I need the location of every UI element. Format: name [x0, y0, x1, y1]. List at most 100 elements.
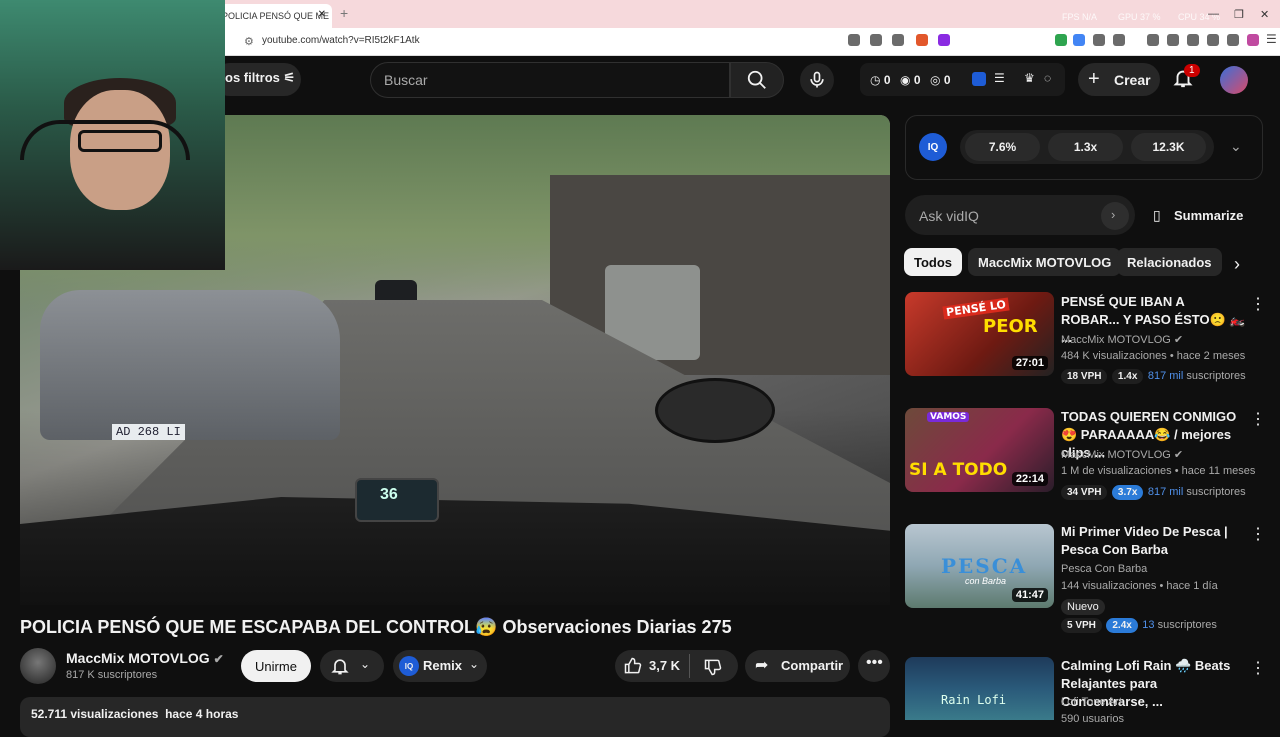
- brave-shield-icon[interactable]: [916, 34, 928, 46]
- vidiq-stat-multiplier[interactable]: 1.3x: [1048, 133, 1123, 161]
- more-horizontal-icon: •••: [866, 654, 883, 671]
- search-button[interactable]: [730, 62, 784, 98]
- share-button[interactable]: ➦ Compartir: [745, 650, 850, 682]
- trophy-icon[interactable]: ♛: [1024, 71, 1035, 85]
- zoom-icon[interactable]: [870, 34, 882, 46]
- channel-avatar[interactable]: [20, 648, 56, 684]
- window-close-button[interactable]: ✕: [1260, 8, 1269, 21]
- chevron-down-icon[interactable]: ⌄: [1230, 138, 1242, 155]
- thumbs-up-icon: [624, 657, 642, 674]
- chevron-down-icon: ⌄: [360, 657, 371, 671]
- plus-icon: +: [1088, 68, 1100, 90]
- license-plate: AD 268 LI: [112, 424, 185, 440]
- more-vertical-icon[interactable]: ⋮: [1250, 294, 1266, 314]
- share-icon: ➦: [755, 657, 769, 674]
- extension-icon[interactable]: [1055, 34, 1067, 46]
- chip-all[interactable]: Todos: [904, 248, 963, 276]
- related-meta: 144 visualizaciones • hace 1 día: [1061, 580, 1218, 592]
- site-info-icon[interactable]: ⚙: [244, 35, 254, 48]
- list-icon[interactable]: ☰: [994, 71, 1005, 85]
- notifications-button[interactable]: 1: [1172, 64, 1200, 95]
- headphones: [20, 120, 190, 160]
- vidiq-stat-vph[interactable]: 12.3K: [1131, 133, 1206, 161]
- remix-button[interactable]: IQ Remix ⌄: [393, 650, 487, 682]
- account-avatar[interactable]: [1220, 66, 1248, 94]
- new-badge: Nuevo: [1061, 597, 1105, 615]
- channel-name[interactable]: MaccMix MOTOVLOG ✔: [66, 650, 224, 666]
- chat-icon[interactable]: ◌: [1044, 71, 1051, 85]
- video-duration: 27:01: [1011, 356, 1048, 370]
- new-tab-button[interactable]: +: [340, 5, 348, 21]
- video-duration: 41:47: [1011, 588, 1048, 602]
- music-icon[interactable]: [1147, 34, 1159, 46]
- create-button[interactable]: + Crear: [1078, 63, 1160, 96]
- verified-icon: ✔: [213, 652, 224, 666]
- minimize-button[interactable]: —: [1208, 8, 1219, 20]
- like-button[interactable]: 3,7 K: [615, 650, 738, 682]
- video-title: POLICIA PENSÓ QUE ME ESCAPABA DEL CONTRO…: [20, 617, 732, 637]
- chip-channel[interactable]: MaccMix MOTOVLOG: [968, 248, 1122, 276]
- related-channel: MaccMix MOTOVLOG ✔: [1061, 334, 1184, 346]
- extensions-icon[interactable]: [1093, 34, 1105, 46]
- watch-stat: ◎ 0: [930, 73, 951, 87]
- browser-tab[interactable]: POLICIA PENSÓ QUE ME E ✕: [212, 4, 332, 28]
- url-field[interactable]: youtube.com/watch?v=RI5t2kF1Atk: [262, 35, 420, 46]
- chevron-down-icon: ⌄: [469, 657, 480, 671]
- thumbs-down-icon[interactable]: [703, 657, 723, 677]
- close-icon[interactable]: ✕: [318, 9, 326, 20]
- summarize-button[interactable]: Summarize: [1174, 208, 1243, 223]
- verified-icon: ✔: [1173, 334, 1184, 346]
- filters-label: os filtros ⚟: [225, 70, 296, 85]
- related-thumbnail[interactable]: Rain Lofi: [905, 657, 1054, 720]
- search-placeholder: Buscar: [384, 72, 428, 88]
- ask-vidiq-placeholder: Ask vidIQ: [919, 208, 979, 224]
- more-vertical-icon[interactable]: ⋮: [1250, 524, 1266, 544]
- sidebar-icon[interactable]: [1167, 34, 1179, 46]
- vidiq-stat-engagement[interactable]: 7.6%: [965, 133, 1040, 161]
- related-stats: 5 VPH 2.4x 13 suscriptores: [1061, 615, 1217, 633]
- vidiq-logo[interactable]: IQ: [919, 133, 947, 161]
- maximize-button[interactable]: ❐: [1234, 8, 1244, 21]
- related-thumbnail[interactable]: PESCA con Barba 41:47: [905, 524, 1054, 608]
- wallet-icon[interactable]: [1187, 34, 1199, 46]
- sliders-icon: ⚟: [283, 70, 296, 85]
- related-channel: Lofi Tone Art: [1061, 696, 1122, 708]
- tab-title: POLICIA PENSÓ QUE ME E: [222, 11, 332, 21]
- menu-icon[interactable]: ☰: [1266, 32, 1277, 46]
- related-channel: MaccMix MOTOVLOG ✔: [1061, 449, 1184, 461]
- cast-icon[interactable]: [848, 34, 860, 46]
- share-page-icon[interactable]: [892, 34, 904, 46]
- speed-readout: 36: [380, 486, 398, 503]
- join-button[interactable]: Unirme: [241, 650, 311, 682]
- more-vertical-icon[interactable]: ⋮: [1250, 409, 1266, 429]
- related-meta: 1 M de visualizaciones • hace 11 meses: [1061, 465, 1256, 477]
- screenshot-icon[interactable]: [1113, 34, 1125, 46]
- related-thumbnail[interactable]: VAMOS SI A TODO 22:14: [905, 408, 1054, 492]
- chevron-right-icon[interactable]: ›: [1234, 254, 1240, 275]
- more-vertical-icon[interactable]: ⋮: [1250, 658, 1266, 678]
- profile-icon[interactable]: [1247, 34, 1259, 46]
- more-actions-button[interactable]: •••: [858, 650, 890, 682]
- related-stats: 34 VPH 3.7x 817 mil suscriptores: [1061, 482, 1246, 500]
- ask-send-button[interactable]: ›: [1101, 202, 1129, 230]
- vpn-icon[interactable]: [1227, 34, 1239, 46]
- clock-icon: ◷: [870, 73, 881, 87]
- microphone-icon: [810, 71, 824, 88]
- bell-icon: [331, 659, 349, 675]
- vidiq-icon: IQ: [399, 656, 419, 676]
- notification-settings-button[interactable]: ⌄: [320, 650, 384, 682]
- chip-related[interactable]: Relacionados: [1117, 248, 1222, 276]
- views-stat: ◉ 0: [900, 73, 921, 87]
- vidiq-icon[interactable]: [972, 72, 986, 86]
- ai-icon[interactable]: [1207, 34, 1219, 46]
- related-meta: 484 K visualizaciones • hace 2 meses: [1061, 350, 1246, 362]
- related-thumbnail[interactable]: PENSÉ LO PEOR 27:01: [905, 292, 1054, 376]
- side-mirror: [655, 378, 775, 443]
- related-title[interactable]: Mi Primer Video De Pesca | Pesca Con Bar…: [1061, 523, 1246, 559]
- fps-readout: FPS N/A: [1062, 12, 1098, 22]
- video-duration: 22:14: [1011, 472, 1048, 486]
- verified-icon: ✔: [1173, 449, 1184, 461]
- rewards-icon[interactable]: [938, 34, 950, 46]
- translate-icon[interactable]: [1073, 34, 1085, 46]
- voice-search-button[interactable]: [800, 63, 834, 97]
